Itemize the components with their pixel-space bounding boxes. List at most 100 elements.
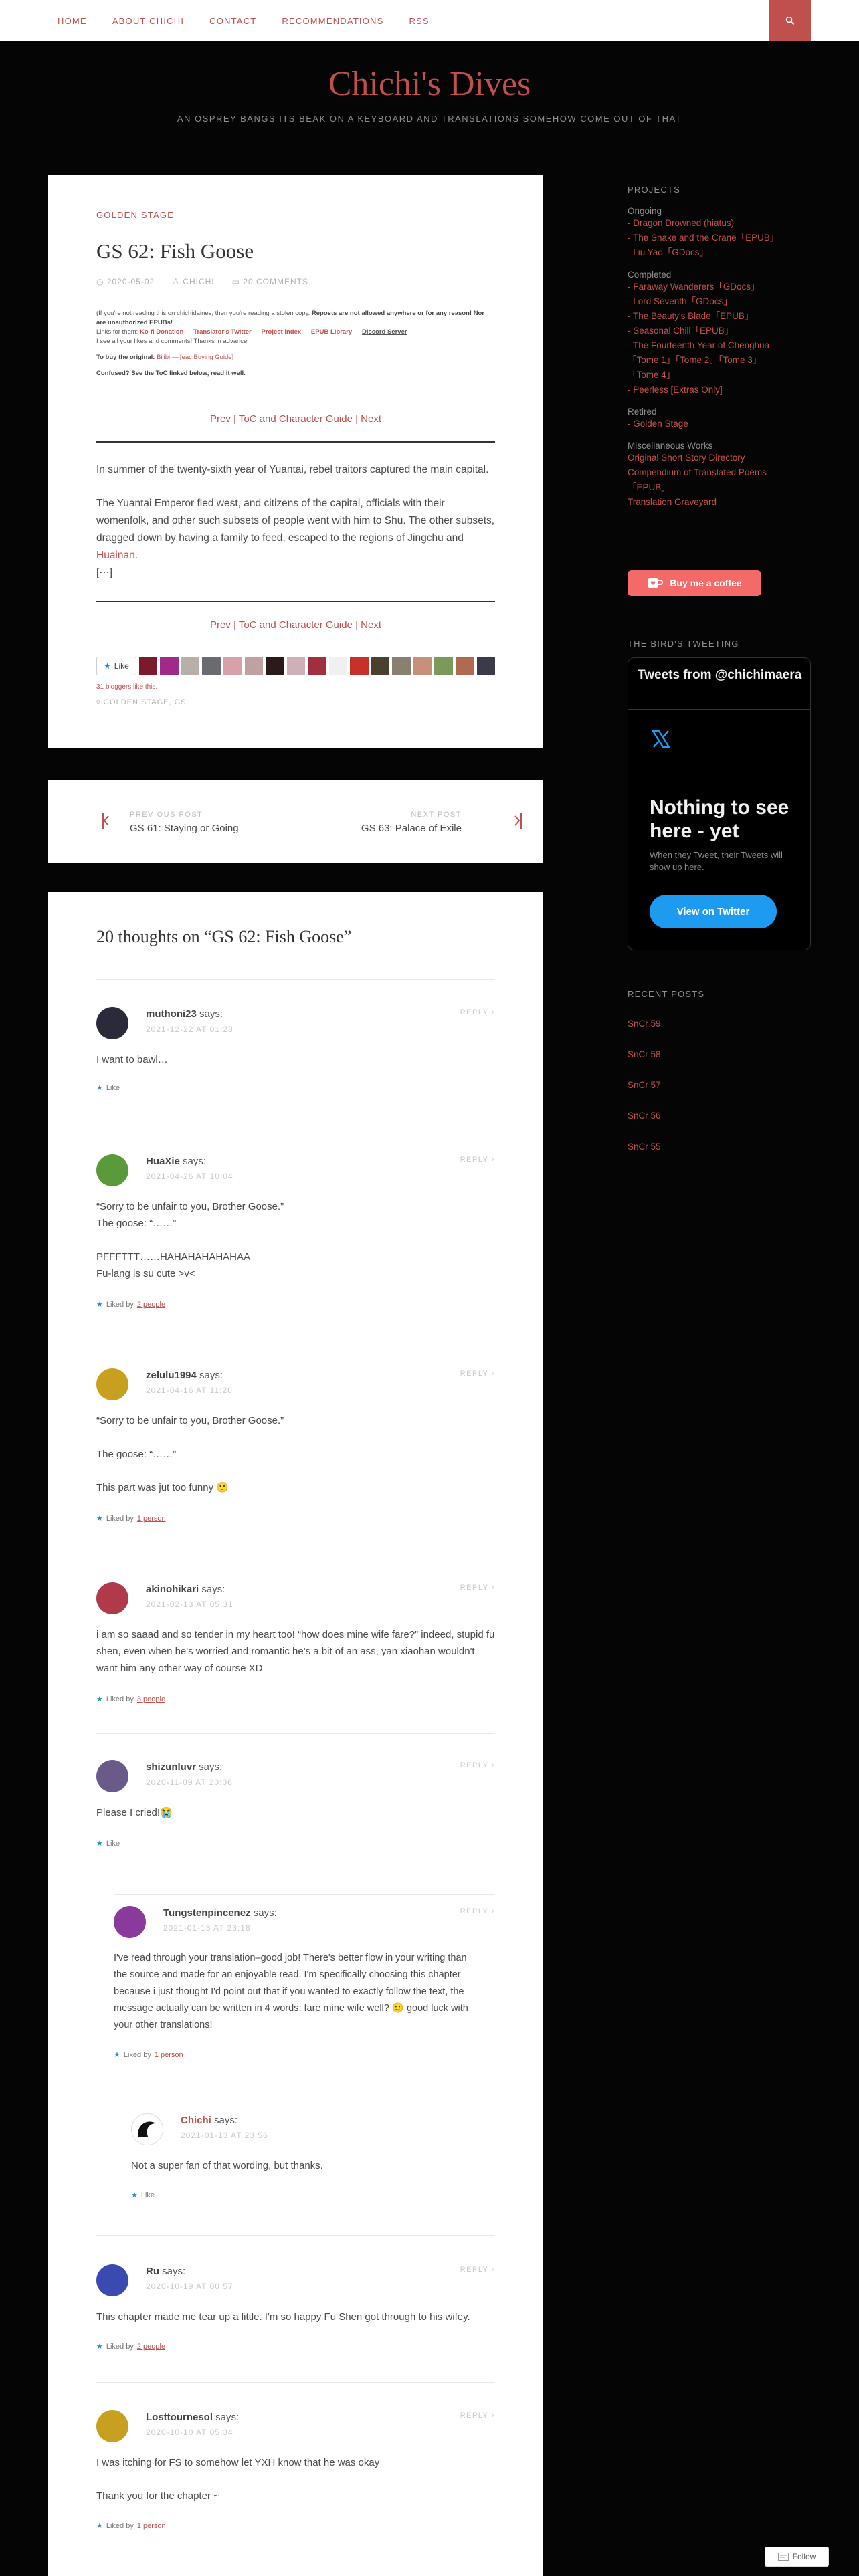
post-comments-link[interactable]: ▭ 20 COMMENTS bbox=[232, 277, 308, 286]
project-link[interactable]: 「Tome 4」 bbox=[628, 368, 815, 383]
liker-avatar[interactable] bbox=[328, 657, 348, 675]
liker-avatar[interactable] bbox=[455, 657, 474, 675]
reply-button[interactable]: REPLY › bbox=[460, 1761, 495, 1769]
comment-date[interactable]: 2020-11-09 AT 20:06 bbox=[146, 1778, 233, 1787]
project-link[interactable]: - The Fourteenth Year of Chenghua bbox=[628, 338, 815, 353]
nav-contact[interactable]: CONTACT bbox=[209, 16, 256, 26]
nav-home[interactable]: HOME bbox=[58, 16, 87, 26]
recent-post-link[interactable]: SnCr 59 bbox=[628, 1016, 815, 1031]
follow-button[interactable]: Follow bbox=[765, 2547, 829, 2567]
liker-avatar[interactable] bbox=[266, 657, 284, 675]
project-link[interactable]: - The Beauty's Blade「EPUB」 bbox=[628, 309, 815, 324]
avatar[interactable] bbox=[96, 2264, 128, 2296]
avatar[interactable] bbox=[96, 1368, 128, 1400]
liker-avatar[interactable] bbox=[223, 657, 242, 675]
reply-button[interactable]: REPLY › bbox=[460, 2411, 495, 2420]
twitter-embed-title[interactable]: Tweets from @chichimaera bbox=[638, 667, 801, 683]
comment-like[interactable]: ★ Liked by 2 people bbox=[96, 2342, 165, 2351]
liker-avatar[interactable] bbox=[181, 657, 200, 675]
comment-like[interactable]: ★ Like bbox=[96, 1839, 120, 1848]
liker-avatar[interactable] bbox=[350, 657, 369, 675]
misc-link[interactable]: 「EPUB」 bbox=[628, 480, 815, 495]
site-title[interactable]: Chichi's Dives bbox=[0, 64, 859, 104]
comment-like[interactable]: ★ Like bbox=[96, 1083, 120, 1093]
next-post-link[interactable]: NEXT POST GS 63: Palace of Exile bbox=[361, 811, 462, 834]
liker-avatar[interactable] bbox=[244, 657, 264, 675]
discord-link[interactable]: Discord Server bbox=[362, 328, 407, 337]
project-link[interactable]: - Liu Yao「GDocs」 bbox=[628, 245, 815, 260]
comment-like[interactable]: ★ Liked by 2 people bbox=[96, 1300, 165, 1309]
avatar[interactable] bbox=[131, 2113, 163, 2145]
previous-post-link[interactable]: PREVIOUS POST GS 61: Staying or Going bbox=[130, 811, 239, 834]
comment-date[interactable]: 2021-04-16 AT 11:20 bbox=[146, 1386, 233, 1395]
nav-about[interactable]: ABOUT CHICHI bbox=[112, 16, 184, 26]
misc-link[interactable]: Compendium of Translated Poems bbox=[628, 465, 815, 480]
nav-recommendations[interactable]: RECOMMENDATIONS bbox=[282, 16, 383, 26]
misc-link[interactable]: Translation Graveyard bbox=[628, 495, 815, 510]
comment-date[interactable]: 2021-12-22 AT 01:28 bbox=[146, 1025, 233, 1034]
project-link[interactable]: - Peerless [Extras Only] bbox=[628, 383, 815, 397]
liker-avatar[interactable] bbox=[371, 657, 390, 675]
comment-like[interactable]: ★ Liked by 1 person bbox=[96, 1514, 166, 1523]
liker-avatar[interactable] bbox=[308, 657, 326, 675]
view-on-twitter-button[interactable]: View on Twitter bbox=[650, 895, 777, 928]
comment-date[interactable]: 2021-04-26 AT 10:04 bbox=[146, 1172, 233, 1181]
reply-button[interactable]: REPLY › bbox=[460, 1584, 495, 1592]
recent-post-link[interactable]: SnCr 55 bbox=[628, 1140, 815, 1154]
post-date[interactable]: ◷ 2020-05-02 bbox=[96, 277, 155, 286]
comment-date[interactable]: 2021-01-13 AT 23:18 bbox=[163, 1923, 251, 1933]
recent-post-link[interactable]: SnCr 57 bbox=[628, 1078, 815, 1093]
avatar[interactable] bbox=[96, 1007, 128, 1039]
liker-avatar[interactable] bbox=[476, 657, 496, 675]
notice-links[interactable]: Ko-fi Donation — Translator's Twitter — … bbox=[140, 328, 362, 336]
comment-like[interactable]: ★ Liked by 3 people bbox=[96, 1695, 165, 1704]
liker-avatar[interactable] bbox=[413, 657, 432, 675]
project-link[interactable]: 「Tome 1」「Tome 2」「Tome 3」 bbox=[628, 353, 815, 368]
reply-button[interactable]: REPLY › bbox=[460, 1008, 495, 1016]
post-category[interactable]: GOLDEN STAGE bbox=[96, 210, 495, 220]
liker-avatar[interactable] bbox=[160, 657, 179, 675]
project-link[interactable]: - Golden Stage bbox=[628, 417, 815, 431]
buy-me-a-coffee-button[interactable]: Buy me a coffee bbox=[628, 570, 761, 596]
liker-avatar[interactable] bbox=[138, 657, 158, 675]
comment-date[interactable]: 2021-01-13 AT 23:56 bbox=[181, 2131, 268, 2140]
liker-avatar[interactable] bbox=[434, 657, 453, 675]
liker-avatar[interactable] bbox=[392, 657, 411, 675]
nav-rss[interactable]: RSS bbox=[409, 16, 430, 26]
misc-link[interactable]: Original Short Story Directory bbox=[628, 451, 815, 465]
reply-button[interactable]: REPLY › bbox=[460, 2266, 495, 2274]
reply-button[interactable]: REPLY › bbox=[460, 1156, 495, 1164]
comment-date[interactable]: 2020-10-10 AT 05:34 bbox=[146, 2428, 233, 2437]
avatar[interactable] bbox=[96, 1154, 128, 1186]
project-link[interactable]: - The Snake and the Crane「EPUB」 bbox=[628, 231, 815, 245]
recent-post-link[interactable]: SnCr 56 bbox=[628, 1109, 815, 1123]
liker-avatar[interactable] bbox=[286, 657, 306, 675]
comment-author: Ru says: bbox=[146, 2266, 186, 2277]
avatar[interactable] bbox=[96, 1582, 128, 1614]
liker-avatar[interactable] bbox=[202, 657, 221, 675]
search-button[interactable] bbox=[769, 0, 811, 41]
avatar[interactable] bbox=[96, 1760, 128, 1792]
recent-post-link[interactable]: SnCr 58 bbox=[628, 1047, 815, 1062]
project-link[interactable]: - Faraway Wanderers「GDocs」 bbox=[628, 280, 815, 294]
chapter-nav-top[interactable]: Prev | ToC and Character Guide | Next bbox=[96, 413, 495, 425]
avatar[interactable] bbox=[96, 2410, 128, 2442]
buy-link[interactable]: Bilibi — [eac Buying Guide] bbox=[157, 354, 233, 361]
comment-author: Tungstenpincenez says: bbox=[163, 1907, 277, 1919]
project-link[interactable]: - Lord Seventh「GDocs」 bbox=[628, 294, 815, 309]
comment-like[interactable]: ★ Like bbox=[131, 2191, 155, 2200]
comment-body: Not a super fan of that wording, but tha… bbox=[131, 2160, 323, 2171]
avatar[interactable] bbox=[114, 1906, 146, 1938]
comment-date[interactable]: 2020-10-19 AT 00:57 bbox=[146, 2282, 233, 2291]
reply-button[interactable]: REPLY › bbox=[460, 1907, 495, 1915]
comment-date[interactable]: 2021-02-13 AT 05:31 bbox=[146, 1600, 233, 1609]
project-link[interactable]: - Dragon Drowned (hiatus) bbox=[628, 216, 815, 231]
project-link[interactable]: - Seasonal Chill「EPUB」 bbox=[628, 324, 815, 338]
comment-like[interactable]: ★ Liked by 1 person bbox=[114, 2050, 183, 2060]
reply-button[interactable]: REPLY › bbox=[460, 1370, 495, 1378]
post-author[interactable]: ♙ CHICHI bbox=[172, 277, 214, 286]
huainan-link[interactable]: Huainan bbox=[96, 550, 135, 561]
comment-like[interactable]: ★ Liked by 1 person bbox=[96, 2521, 166, 2531]
chapter-nav-bottom[interactable]: Prev | ToC and Character Guide | Next bbox=[96, 619, 495, 631]
like-button[interactable]: ★ Like bbox=[96, 657, 136, 675]
